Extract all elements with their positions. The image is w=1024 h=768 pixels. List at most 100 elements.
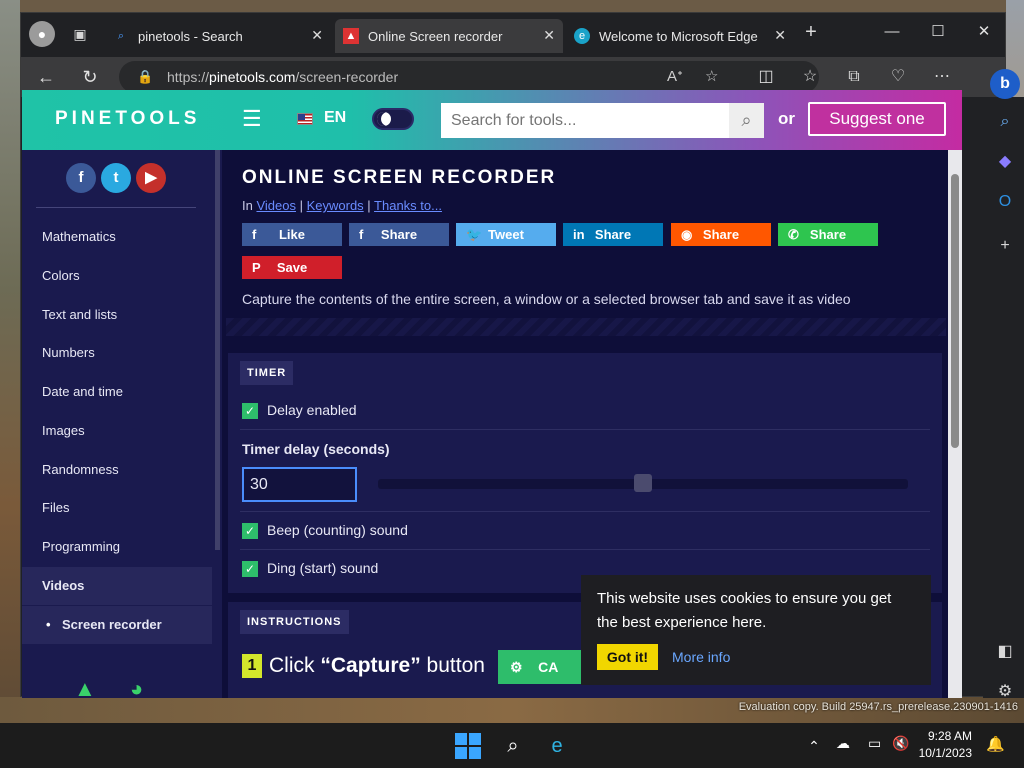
hide-sidebar-icon[interactable]: ◧ [992,639,1018,665]
twitter-icon: 🐦 [466,227,483,242]
sidebar-item-programming[interactable]: Programming [22,528,212,566]
sidebar-item-screen-recorder[interactable]: Screen recorder [22,606,212,644]
taskbar-edge-icon[interactable]: e [543,732,571,760]
reddit-share-button[interactable]: ◉ Share [671,223,771,246]
facebook-icon[interactable]: f [66,163,96,193]
refresh-button[interactable]: ↻ [77,64,103,90]
step-text-bold: “Capture” [320,654,421,677]
whatsapp-share-button[interactable]: ✆ Share [778,223,878,246]
divider [240,429,930,430]
profile-avatar[interactable]: ● [29,21,55,47]
split-screen-icon[interactable]: ◫ [753,64,779,90]
favorites-icon[interactable]: ☆ [797,64,823,90]
pinterest-icon: P [252,260,261,275]
sidebar-item-randomness[interactable]: Randomness [22,451,212,489]
maximize-button[interactable]: ☐ [915,19,961,45]
add-icon[interactable]: + [992,233,1018,259]
delay-enabled-label[interactable]: Delay enabled [267,402,357,418]
copilot-icon[interactable]: ◆ [992,149,1018,175]
system-clock[interactable]: 9:28 AM 10/1/2023 [912,728,972,762]
beep-sound-label[interactable]: Beep (counting) sound [267,522,408,538]
youtube-icon[interactable]: ▶ [136,163,166,193]
taskbar-search-icon[interactable]: ⌕ [499,732,527,760]
evaluation-watermark: Evaluation copy. Build 25947.rs_prerelea… [738,701,1018,713]
page-scrollbar-thumb[interactable] [951,174,959,448]
back-button[interactable]: ← [33,64,59,90]
browser-essentials-icon[interactable]: ♡ [885,64,911,90]
tool-search-input[interactable] [441,103,729,138]
sidebar-item-date-and-time[interactable]: Date and time [22,373,212,411]
close-tab-icon[interactable]: ✕ [311,27,323,44]
search-icon[interactable]: ⌕ [729,103,764,138]
tweet-label: Tweet [488,227,524,242]
chevron-up-icon[interactable]: ⌃ [800,732,828,760]
notification-bell-icon[interactable]: 🔔 [986,735,1005,753]
cookie-message: This website uses cookies to ensure you … [597,590,892,631]
pinterest-save-button[interactable]: P Save [242,256,342,279]
favorite-star-icon[interactable]: ☆ [705,61,718,93]
clock-time: 9:28 AM [927,729,972,743]
dark-mode-toggle[interactable] [372,108,414,130]
settings-gear-icon[interactable]: ⚙ [992,679,1018,705]
refresh-leaf-icon[interactable]: ◕ [130,676,143,698]
twitter-tweet-button[interactable]: 🐦 Tweet [456,223,556,246]
minimize-button[interactable]: — [869,19,915,45]
sidebar-item-mathematics[interactable]: Mathematics [22,218,212,256]
cookie-accept-button[interactable]: Got it! [597,644,658,670]
sidebar-item-images[interactable]: Images [22,412,212,450]
sidebar-item-files[interactable]: Files [22,489,212,527]
close-tab-icon[interactable]: ✕ [774,27,786,44]
new-tab-button[interactable]: + [797,21,825,47]
breadcrumb: In Videos | Keywords | Thanks to... [242,198,442,213]
tab-pinetools-search[interactable]: ⌕ pinetools - Search ✕ [105,19,331,53]
capture-button-label: CA [538,659,559,675]
sidebar-scrollbar[interactable] [215,150,220,550]
twitter-icon[interactable]: t [101,163,131,193]
collections-icon[interactable]: ⧉ [841,64,867,90]
read-aloud-icon[interactable]: Aᐩ [667,61,683,93]
address-bar[interactable]: 🔒 https://pinetools.com/screen-recorder … [119,61,819,93]
sidebar-item-videos[interactable]: Videos [22,567,212,605]
volume-muted-icon[interactable]: 🔇 [892,735,909,752]
page-scrollbar[interactable] [948,150,962,698]
language-selector[interactable]: EN [324,109,346,127]
breadcrumb-keywords-link[interactable]: Keywords [307,198,364,213]
hamburger-menu-icon[interactable]: ☰ [242,106,262,132]
ding-sound-label[interactable]: Ding (start) sound [267,560,378,576]
beep-sound-checkbox[interactable]: ✓ [242,523,258,539]
facebook-like-button[interactable]: f Like [242,223,342,246]
site-logo[interactable]: PINETOOLS [55,108,200,130]
step-number: 1 [242,654,262,678]
tab-actions-icon[interactable]: ▣ [67,21,93,47]
breadcrumb-thanks-link[interactable]: Thanks to... [374,198,442,213]
sidebar-item-numbers[interactable]: Numbers [22,334,212,372]
us-flag-icon[interactable] [297,113,313,125]
bing-chat-icon[interactable]: b [990,69,1020,99]
cookie-more-info-link[interactable]: More info [672,649,730,665]
delay-enabled-checkbox[interactable]: ✓ [242,403,258,419]
timer-delay-input[interactable] [242,467,357,502]
outlook-icon[interactable]: O [992,189,1018,215]
close-tab-icon[interactable]: ✕ [543,27,555,44]
url-prefix: https:// [167,69,210,85]
onedrive-icon[interactable]: ☁ [836,735,850,752]
share-label: Share [702,227,740,242]
facebook-share-button[interactable]: f Share [349,223,449,246]
more-menu-icon[interactable]: ⋯ [929,64,955,90]
close-window-button[interactable]: ✕ [961,19,1007,45]
breadcrumb-videos-link[interactable]: Videos [256,198,296,213]
suggest-button[interactable]: Suggest one [808,102,946,136]
instructions-section-label: INSTRUCTIONS [240,610,349,634]
tab-screen-recorder[interactable]: ▲ Online Screen recorder ✕ [335,19,563,53]
ding-sound-checkbox[interactable]: ✓ [242,561,258,577]
pine-tree-icon[interactable]: ▲ ◕ [74,676,143,698]
slider-thumb[interactable] [634,474,652,492]
sidebar-item-text-and-lists[interactable]: Text and lists [22,296,212,334]
search-icon[interactable]: ⌕ [992,109,1018,135]
linkedin-share-button[interactable]: in Share [563,223,663,246]
sidebar-item-colors[interactable]: Colors [22,257,212,295]
windows-start-icon[interactable] [455,733,481,759]
tab-welcome-edge[interactable]: e Welcome to Microsoft Edge ✕ [566,19,794,53]
sidebar-divider [36,207,196,208]
network-icon[interactable]: ▭ [868,735,881,752]
